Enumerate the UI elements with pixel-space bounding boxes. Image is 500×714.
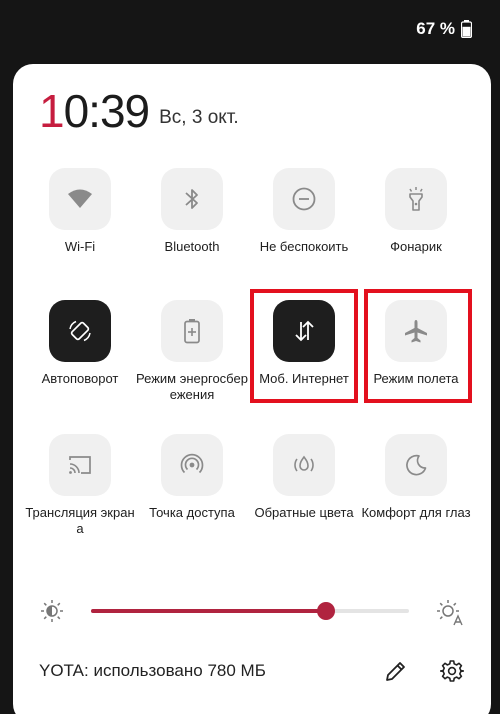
mobile-data-icon: [295, 320, 314, 342]
tile-wifi-label: Wi-Fi: [64, 239, 96, 254]
quick-settings-panel: 10:39 Вс, 3 окт. Wi-Fi Bluetooth Не бесп…: [13, 64, 491, 714]
clock-first-digit: 1: [39, 85, 65, 137]
battery-icon: [460, 20, 473, 39]
tile-screen-cast-button[interactable]: [49, 434, 111, 496]
footer-actions: [383, 658, 465, 684]
battery-saver-icon: [184, 319, 200, 344]
tile-eye-comfort[interactable]: Комфорт для глаз: [360, 434, 472, 521]
bluetooth-icon: [185, 189, 198, 209]
tile-mobile-data-button[interactable]: [273, 300, 335, 362]
tile-eye-comfort-label: Комфорт для глаз: [361, 505, 471, 520]
pencil-icon: [386, 662, 405, 681]
quick-settings-screen: 67 % 10:39 Вс, 3 окт. Wi-Fi Bluetooth Не…: [0, 0, 500, 714]
tile-bluetooth-button[interactable]: [161, 168, 223, 230]
tile-airplane-mode-label: Режим полета: [373, 371, 459, 386]
tile-battery-saver[interactable]: Режим энергосбережения: [136, 300, 248, 403]
data-usage-text[interactable]: YOTA: использовано 780 МБ: [39, 661, 266, 681]
tile-invert-colors-label: Обратные цвета: [254, 505, 354, 520]
tile-mobile-data-label: Моб. Интернет: [259, 371, 349, 386]
tile-airplane-mode-button[interactable]: [385, 300, 447, 362]
airplane-icon: [405, 320, 427, 343]
tile-hotspot[interactable]: Точка доступа: [136, 434, 248, 521]
tile-invert-colors-button[interactable]: [273, 434, 335, 496]
clock-rest: 0:39: [63, 85, 151, 137]
flashlight-icon: [409, 187, 423, 211]
tile-screen-cast[interactable]: Трансляция экрана: [24, 434, 136, 537]
tile-wifi-button[interactable]: [49, 168, 111, 230]
battery-percent: 67 %: [416, 19, 455, 38]
brightness-auto-icon[interactable]: [435, 598, 465, 631]
tile-eye-comfort-button[interactable]: [385, 434, 447, 496]
brightness-slider-fill: [91, 609, 327, 613]
tile-mobile-data[interactable]: Моб. Интернет: [248, 300, 360, 387]
date[interactable]: Вс, 3 окт.: [159, 107, 239, 136]
do-not-disturb-icon: [292, 187, 316, 211]
tile-do-not-disturb[interactable]: Не беспокоить: [248, 168, 360, 255]
brightness-control: [39, 598, 467, 626]
tile-wifi[interactable]: Wi-Fi: [24, 168, 136, 255]
tile-bluetooth[interactable]: Bluetooth: [136, 168, 248, 255]
edit-button[interactable]: [383, 658, 409, 684]
clock-row: 10:39 Вс, 3 окт.: [39, 86, 239, 136]
settings-button[interactable]: [439, 658, 465, 684]
tile-flashlight-button[interactable]: [385, 168, 447, 230]
tile-auto-rotate[interactable]: Автоповорот: [24, 300, 136, 387]
brightness-low-icon: [39, 598, 65, 629]
brightness-slider[interactable]: [91, 602, 409, 620]
status-bar: 67 %: [416, 14, 473, 44]
tile-bluetooth-label: Bluetooth: [164, 239, 220, 254]
clock[interactable]: 10:39: [39, 85, 151, 137]
tile-battery-saver-label: Режим энергосбережения: [136, 371, 248, 402]
tile-do-not-disturb-label: Не беспокоить: [259, 239, 349, 254]
gear-icon: [440, 660, 464, 682]
auto-rotate-icon: [69, 320, 91, 342]
tile-flashlight-label: Фонарик: [390, 239, 442, 254]
tile-flashlight[interactable]: Фонарик: [360, 168, 472, 255]
tile-hotspot-label: Точка доступа: [149, 505, 235, 520]
tile-airplane-mode[interactable]: Режим полета: [360, 300, 472, 387]
tile-screen-cast-label: Трансляция экрана: [25, 505, 135, 536]
brightness-slider-thumb[interactable]: [317, 602, 336, 620]
cast-icon: [69, 456, 91, 474]
tile-do-not-disturb-button[interactable]: [273, 168, 335, 230]
tile-battery-saver-button[interactable]: [161, 300, 223, 362]
tile-auto-rotate-label: Автоповорот: [41, 371, 119, 386]
tile-invert-colors[interactable]: Обратные цвета: [248, 434, 360, 521]
tile-hotspot-button[interactable]: [161, 434, 223, 496]
hotspot-icon: [180, 453, 204, 474]
invert-colors-icon: [294, 455, 314, 472]
footer-row: YOTA: использовано 780 МБ: [39, 654, 465, 688]
eye-comfort-icon: [406, 454, 427, 476]
wifi-icon: [68, 189, 92, 208]
tile-auto-rotate-button[interactable]: [49, 300, 111, 362]
